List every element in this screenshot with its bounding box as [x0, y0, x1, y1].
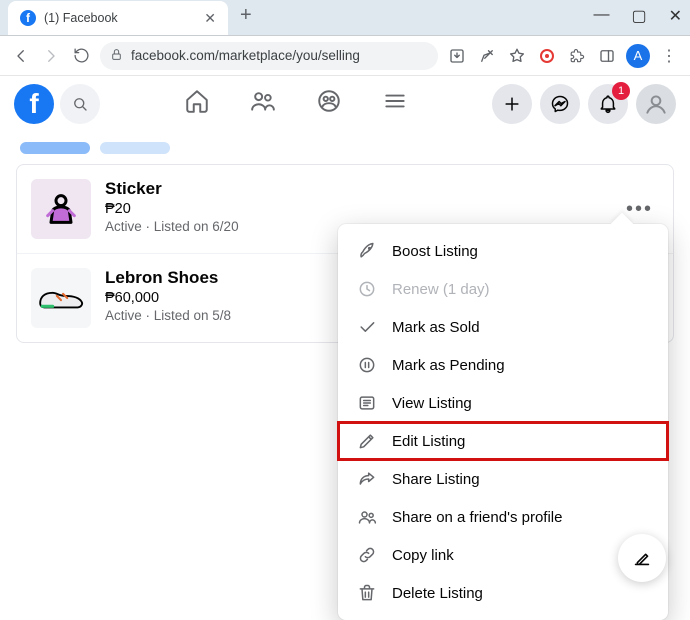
menu-delete-listing[interactable]: Delete Listing: [338, 574, 668, 612]
fb-search-button[interactable]: [60, 84, 100, 124]
window-minimize-icon[interactable]: —: [593, 6, 609, 26]
facebook-favicon-icon: f: [20, 10, 36, 26]
check-icon: [356, 317, 378, 337]
listing-price: ₱20: [105, 201, 612, 217]
browser-toolbar: facebook.com/marketplace/you/selling A ⋮: [0, 36, 690, 76]
menu-renew: Renew (1 day): [338, 270, 668, 308]
back-button[interactable]: [10, 45, 32, 67]
lock-icon: [110, 48, 123, 64]
fb-center-nav: [106, 88, 486, 120]
groups-icon[interactable]: [316, 88, 342, 120]
menu-label: Copy link: [392, 547, 454, 564]
share-page-icon[interactable]: [476, 45, 498, 67]
filter-chips: [16, 142, 674, 154]
side-panel-icon[interactable]: [596, 45, 618, 67]
filter-chip[interactable]: [100, 142, 170, 154]
tab-title: (1) Facebook: [44, 11, 196, 25]
menu-mark-sold[interactable]: Mark as Sold: [338, 308, 668, 346]
window-maximize-icon[interactable]: ▢: [631, 6, 646, 26]
hamburger-menu-icon[interactable]: [382, 88, 408, 120]
menu-edit-listing[interactable]: Edit Listing: [338, 422, 668, 460]
filter-chip-active[interactable]: [20, 142, 90, 154]
link-icon: [356, 545, 378, 565]
create-button[interactable]: [492, 84, 532, 124]
facebook-header: f 1: [0, 76, 690, 132]
listing-title: Sticker: [105, 179, 612, 199]
window-controls: — ▢ ✕: [593, 6, 682, 26]
share-arrow-icon: [356, 469, 378, 489]
menu-view-listing[interactable]: View Listing: [338, 384, 668, 422]
menu-share-listing[interactable]: Share Listing: [338, 460, 668, 498]
menu-label: Mark as Sold: [392, 319, 480, 336]
browser-tabstrip: f (1) Facebook ✕ +: [0, 0, 690, 36]
home-icon[interactable]: [184, 88, 210, 120]
pause-circle-icon: [356, 355, 378, 375]
url-text: facebook.com/marketplace/you/selling: [131, 48, 360, 63]
people-icon: [356, 507, 378, 527]
menu-mark-pending[interactable]: Mark as Pending: [338, 346, 668, 384]
trash-icon: [356, 583, 378, 603]
friends-icon[interactable]: [250, 88, 276, 120]
menu-label: Renew (1 day): [392, 281, 490, 298]
listing-more-button[interactable]: •••: [626, 198, 653, 221]
listing-thumbnail: [31, 268, 91, 328]
rocket-icon: [356, 241, 378, 261]
menu-label: Boost Listing: [392, 243, 478, 260]
bookmark-star-icon[interactable]: [506, 45, 528, 67]
messenger-button[interactable]: [540, 84, 580, 124]
notifications-button[interactable]: 1: [588, 84, 628, 124]
reload-button[interactable]: [70, 45, 92, 67]
browser-menu-icon[interactable]: ⋮: [658, 45, 680, 67]
install-app-icon[interactable]: [446, 45, 468, 67]
menu-label: Delete Listing: [392, 585, 483, 602]
forward-button: [40, 45, 62, 67]
address-bar[interactable]: facebook.com/marketplace/you/selling: [100, 42, 438, 70]
fb-right-controls: 1: [492, 84, 676, 124]
facebook-logo[interactable]: f: [14, 84, 54, 124]
profile-avatar[interactable]: A: [626, 44, 650, 68]
menu-label: Share Listing: [392, 471, 480, 488]
window-close-icon[interactable]: ✕: [669, 6, 682, 26]
pencil-icon: [356, 431, 378, 451]
menu-label: Mark as Pending: [392, 357, 505, 374]
list-icon: [356, 393, 378, 413]
record-extension-icon[interactable]: [536, 45, 558, 67]
menu-label: View Listing: [392, 395, 472, 412]
menu-share-friend[interactable]: Share on a friend's profile: [338, 498, 668, 536]
clock-icon: [356, 279, 378, 299]
listing-thumbnail: [31, 179, 91, 239]
browser-tab[interactable]: f (1) Facebook ✕: [8, 1, 228, 35]
extensions-icon[interactable]: [566, 45, 588, 67]
new-tab-button[interactable]: +: [240, 4, 252, 35]
account-avatar[interactable]: [636, 84, 676, 124]
menu-label: Share on a friend's profile: [392, 509, 562, 526]
menu-boost-listing[interactable]: Boost Listing: [338, 232, 668, 270]
menu-label: Edit Listing: [392, 433, 465, 450]
notification-badge: 1: [612, 82, 630, 100]
compose-fab-button[interactable]: [618, 534, 666, 582]
tab-close-icon[interactable]: ✕: [204, 10, 216, 27]
